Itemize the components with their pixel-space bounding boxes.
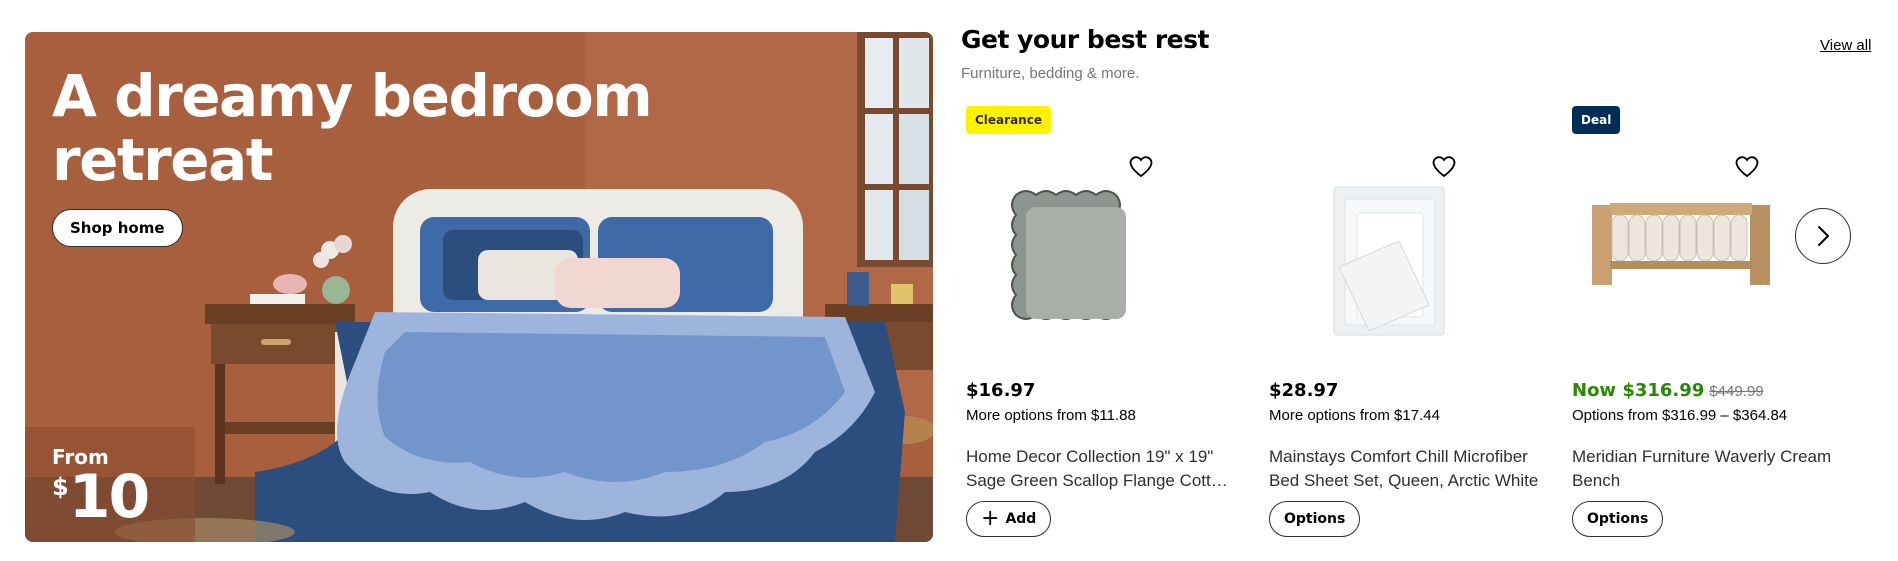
hero-price: From $10 (52, 447, 150, 527)
hero-banner[interactable]: A dreamy bedroom retreat Shop home From … (25, 32, 933, 542)
product-image-bench[interactable] (1582, 155, 1772, 340)
section-title: Get your best rest (961, 25, 1209, 54)
section-subtitle: Furniture, bedding & more. (961, 65, 1140, 82)
product-card[interactable]: Clearance $16.97 More options from $11.8… (961, 105, 1246, 545)
clearance-badge: Clearance (966, 106, 1051, 134)
deal-badge: Deal (1572, 106, 1621, 134)
product-price: $16.97 (966, 380, 1036, 401)
options-button[interactable]: Options (1269, 501, 1361, 537)
product-name-link[interactable]: Meridian Furniture Waverly Cream Bench (1572, 445, 1842, 493)
product-name-link[interactable]: Mainstays Comfort Chill Microfiber Bed S… (1269, 445, 1539, 493)
product-image-pillow[interactable] (976, 155, 1166, 340)
product-name-link[interactable]: Home Decor Collection 19" x 19" Sage Gre… (966, 445, 1236, 493)
product-options-text: Options from $316.99 – $364.84 (1572, 407, 1788, 424)
product-options-text: More options from $11.88 (966, 407, 1136, 424)
now-price: Now $316.99 (1572, 380, 1705, 401)
product-price: $28.97 (1269, 380, 1339, 401)
add-to-cart-button[interactable]: + Add (966, 501, 1052, 537)
hero-price-currency: $ (52, 473, 69, 501)
heart-outline-icon[interactable] (1126, 151, 1156, 181)
view-all-link[interactable]: View all (1820, 37, 1871, 54)
heart-outline-icon[interactable] (1732, 151, 1762, 181)
product-options-text: More options from $17.44 (1269, 407, 1440, 424)
product-image-sheet-set[interactable] (1279, 155, 1469, 340)
chevron-right-icon (1818, 226, 1829, 246)
hero-title: A dreamy bedroom retreat (52, 62, 653, 194)
heart-outline-icon[interactable] (1429, 151, 1459, 181)
hero-price-amount: 10 (68, 462, 150, 532)
was-price: $449.99 (1709, 383, 1764, 400)
product-price: Now $316.99 $449.99 (1572, 380, 1764, 401)
add-button-label: Add (1005, 511, 1037, 527)
carousel-next-button[interactable] (1795, 208, 1851, 264)
shop-home-button[interactable]: Shop home (52, 209, 183, 247)
plus-icon: + (981, 506, 1000, 531)
product-card[interactable]: Deal Now $316.99 $449.99 Options from $31… (1567, 105, 1852, 545)
options-button[interactable]: Options (1572, 501, 1664, 537)
product-card[interactable]: $28.97 More options from $17.44 Mainstay… (1264, 105, 1549, 545)
